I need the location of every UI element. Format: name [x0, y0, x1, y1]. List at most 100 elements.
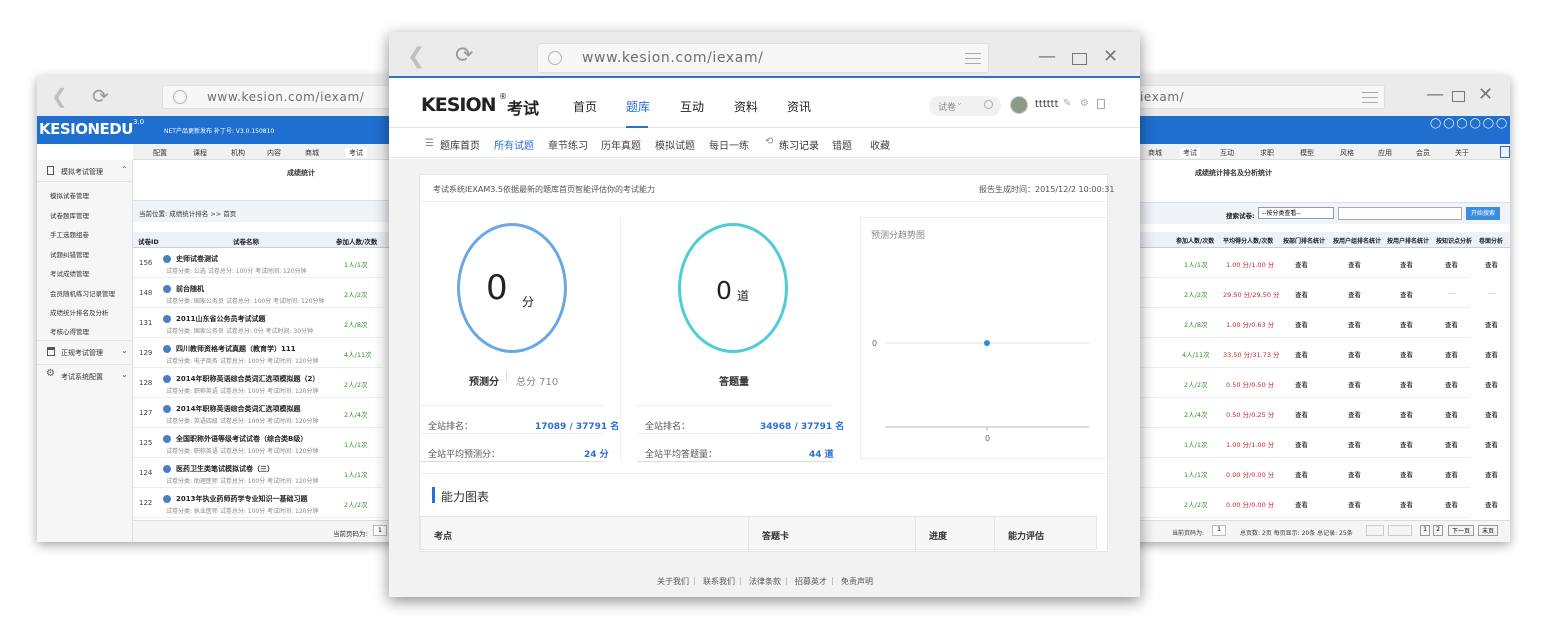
menu-icon[interactable] [965, 53, 981, 64]
tab-members[interactable]: 会员 [1416, 148, 1430, 158]
close-icon[interactable]: ✕ [1478, 84, 1493, 105]
tab-jobs[interactable]: 求职 [1260, 148, 1274, 158]
nav-question-bank[interactable]: 题库 [626, 98, 650, 115]
view-group-link[interactable]: 查看 [1348, 409, 1361, 419]
minimize-icon[interactable]: — [1038, 46, 1056, 67]
view-user-link[interactable]: 查看 [1400, 499, 1413, 509]
view-dept-link[interactable]: 查看 [1295, 379, 1308, 389]
view-group-link[interactable]: 查看 [1348, 349, 1361, 359]
view-user-link[interactable]: 查看 [1400, 409, 1413, 419]
view-user-link[interactable]: 查看 [1400, 349, 1413, 359]
right-url-bar[interactable]: iexam/ [1130, 85, 1385, 109]
nav-interact[interactable]: 互动 [680, 98, 704, 115]
row-name[interactable]: 2014年职称英语综合类词汇选项模拟题（2） [176, 374, 319, 384]
search-select[interactable]: 试卷 [938, 100, 956, 113]
row-name[interactable]: 史师试卷测试 [176, 254, 218, 264]
sidebar-group-config[interactable]: ⚙ 考试系统配置 ⌄ [37, 364, 133, 386]
left-url-bar[interactable]: www.kesion.com/iexam/ [162, 85, 397, 109]
sidebar-item-paper-manage[interactable]: 模拟试卷管理 [50, 190, 89, 200]
toolbar-circle-icons[interactable]: ◯◯◯◯◯◯ [1430, 118, 1509, 129]
table-row[interactable]: 127 2014年职称英语综合类词汇选项模拟题 试卷分类: 英语四级 试卷总分: 1… [133, 398, 383, 428]
pager-page-1[interactable]: 1 [1420, 525, 1430, 536]
subnav-bank-home[interactable]: 题库首页 [440, 137, 480, 152]
row-name[interactable]: 医药卫生类笔试模拟试卷（三） [176, 464, 274, 474]
view-knowledge-link[interactable]: 查看 [1445, 259, 1458, 269]
reload-icon[interactable]: ⟳ [92, 84, 109, 108]
view-group-link[interactable]: 查看 [1348, 379, 1361, 389]
view-paper-link[interactable]: --- [1488, 289, 1495, 297]
view-group-link[interactable]: 查看 [1348, 319, 1361, 329]
view-user-link[interactable]: 查看 [1400, 259, 1413, 269]
view-group-link[interactable]: 查看 [1348, 289, 1361, 299]
view-dept-link[interactable]: 查看 [1295, 439, 1308, 449]
menu-icon[interactable] [1362, 92, 1378, 103]
footer-jobs[interactable]: 招募英才 [795, 576, 827, 587]
view-paper-link[interactable]: 查看 [1485, 469, 1498, 479]
maximize-icon[interactable] [1072, 53, 1087, 65]
back-icon[interactable]: ❮ [51, 84, 68, 108]
center-url-bar[interactable]: www.kesion.com/iexam/ [537, 43, 989, 73]
edit-icon[interactable]: ✎ [1063, 98, 1071, 109]
sidebar-item-manual-compose[interactable]: 手工选题组卷 [50, 229, 89, 239]
sidebar-item-practice-log[interactable]: 会员随机练习记录管理 [50, 288, 115, 298]
view-dept-link[interactable]: 查看 [1295, 319, 1308, 329]
view-knowledge-link[interactable]: --- [1448, 289, 1455, 297]
sidebar-item-question-bank[interactable]: 试卷题库管理 [50, 210, 89, 220]
table-row[interactable]: 122 2013年执业药师药学专业知识一基础习题 试卷分类: 执业医师 试卷总分: … [133, 488, 383, 518]
view-paper-link[interactable]: 查看 [1485, 349, 1498, 359]
settings-icon[interactable]: ⚙ [1080, 98, 1089, 109]
kesion-logo[interactable]: KESION [421, 94, 497, 116]
footer-contact[interactable]: 联系我们 [703, 576, 735, 587]
view-knowledge-link[interactable]: 查看 [1445, 439, 1458, 449]
view-knowledge-link[interactable]: 查看 [1445, 349, 1458, 359]
filter-input[interactable] [1338, 207, 1462, 220]
view-dept-link[interactable]: 查看 [1295, 259, 1308, 269]
subnav-chapter-practice[interactable]: 章节练习 [548, 137, 588, 152]
view-user-link[interactable]: 查看 [1400, 439, 1413, 449]
view-paper-link[interactable]: 查看 [1485, 499, 1498, 509]
subnav-all-questions[interactable]: 所有试题 [494, 137, 534, 152]
view-knowledge-link[interactable]: 查看 [1445, 469, 1458, 479]
nav-news[interactable]: 资讯 [787, 98, 811, 115]
search-icon[interactable] [984, 100, 993, 109]
sidebar-group-formal-exam[interactable]: 正规考试管理 ⌄ [37, 340, 133, 362]
close-icon[interactable]: ✕ [1103, 46, 1118, 67]
row-name[interactable]: 2014年职称英语综合类词汇选项模拟题 [176, 404, 300, 414]
sidebar-item-error-report[interactable]: 试题纠错管理 [50, 249, 89, 259]
tab-model[interactable]: 模型 [1300, 148, 1314, 158]
table-row[interactable]: 128 2014年职称英语综合类词汇选项模拟题（2） 试卷分类: 职称英语 试卷总分… [133, 368, 383, 398]
tab-about[interactable]: 关于 [1455, 148, 1469, 158]
screen-icon[interactable] [1500, 146, 1510, 158]
view-paper-link[interactable]: 查看 [1485, 259, 1498, 269]
view-knowledge-link[interactable]: 查看 [1445, 319, 1458, 329]
avatar[interactable] [1010, 96, 1028, 114]
tab-config[interactable]: 配置 [153, 148, 167, 158]
view-knowledge-link[interactable]: 查看 [1445, 379, 1458, 389]
pager-input[interactable]: 1 [1212, 525, 1226, 536]
table-row[interactable]: 125 全国职称外语等级考试试卷（综合类B级） 试卷分类: 职称英语 试卷总分: 1… [133, 428, 383, 458]
filter-select[interactable]: --按分类查看-- [1258, 207, 1334, 219]
tab-org[interactable]: 机构 [231, 148, 245, 158]
nav-home[interactable]: 首页 [573, 98, 597, 115]
tab-shop[interactable]: 商城 [305, 148, 319, 158]
username[interactable]: tttttt [1035, 99, 1059, 110]
tab-style[interactable]: 风格 [1340, 148, 1354, 158]
view-dept-link[interactable]: 查看 [1295, 409, 1308, 419]
table-row[interactable]: 131 2011山东省公务员考试试题 试卷分类: 国家公务员 试卷总分: 0分 考试… [133, 308, 383, 338]
subnav-past-exams[interactable]: 历年真题 [601, 137, 641, 152]
pager-input[interactable]: 1 [373, 525, 387, 536]
search-button[interactable]: 开始搜索 [1466, 207, 1500, 220]
tab-exam[interactable]: 考试 [345, 148, 367, 158]
footer-legal[interactable]: 法律条款 [749, 576, 781, 587]
table-row[interactable]: 156 史师试卷测试 试卷分类: 公选 试卷总分: 100分 考试时间: 120分钟… [133, 248, 383, 278]
view-knowledge-link[interactable]: 查看 [1445, 499, 1458, 509]
view-user-link[interactable]: 查看 [1400, 469, 1413, 479]
table-row[interactable]: 148 前台随机 试卷分类: 国家公务员 试卷总分: 100分 考试时间: 120分… [133, 278, 383, 308]
pager-page-2[interactable]: 2 [1433, 525, 1443, 536]
subnav-daily[interactable]: 每日一练 [709, 137, 749, 152]
view-group-link[interactable]: 查看 [1348, 259, 1361, 269]
row-name[interactable]: 前台随机 [176, 284, 204, 294]
back-icon[interactable]: ❮ [407, 44, 425, 69]
footer-about[interactable]: 关于我们 [657, 576, 689, 587]
site-search-box[interactable]: 试卷 ⌄ [929, 96, 1001, 116]
